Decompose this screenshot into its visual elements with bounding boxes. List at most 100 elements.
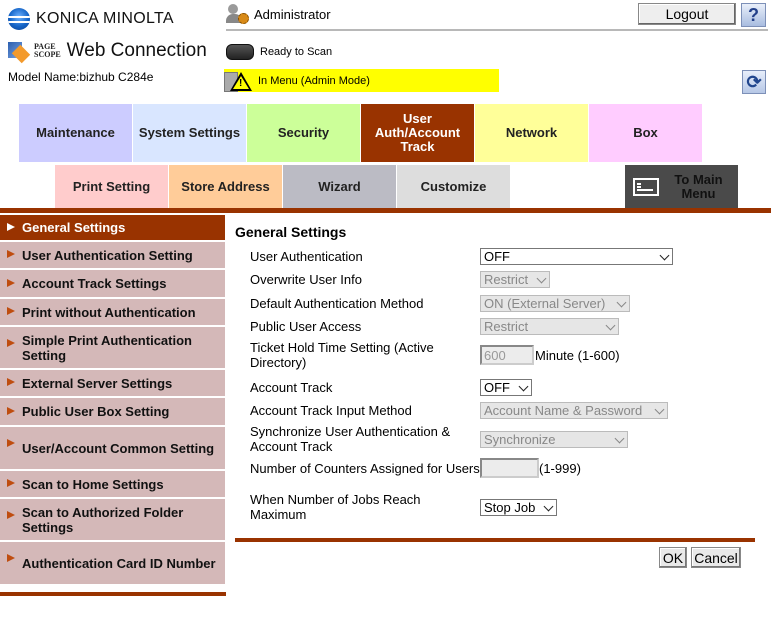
- sidebar-item-simple-print-authentication-setting[interactable]: Simple Print Authentication Setting: [0, 327, 225, 370]
- sidebar-item-account-track-settings[interactable]: Account Track Settings: [0, 270, 225, 299]
- account-track-select[interactable]: OFF: [480, 379, 532, 396]
- sidebar-item-general-settings[interactable]: General Settings: [0, 215, 225, 242]
- arrow-right-icon: [7, 479, 15, 487]
- chevron-down-icon: [614, 433, 625, 443]
- sidebar-item-user-account-common-setting[interactable]: User/Account Common Setting: [0, 427, 225, 471]
- field-label: User Authentication: [250, 249, 363, 264]
- select-value: OFF: [484, 380, 510, 395]
- public-user-access-select[interactable]: Restrict: [480, 318, 619, 335]
- scanner-icon: [226, 44, 254, 60]
- sidebar-item-label: User/Account Common Setting: [22, 440, 215, 456]
- cancel-button[interactable]: Cancel: [691, 547, 741, 568]
- field-label: Account Track: [250, 380, 333, 395]
- tab-system-settings[interactable]: System Settings: [133, 104, 246, 162]
- jobs-reach-maximum-select[interactable]: Stop Job: [480, 498, 557, 516]
- chevron-down-icon: [518, 381, 529, 392]
- chevron-down-icon: [659, 250, 670, 261]
- admin-mode-status: ! In Menu (Admin Mode): [224, 69, 499, 92]
- sidebar-item-scan-to-authorized-folder-settings[interactable]: Scan to Authorized Folder Settings: [0, 499, 225, 542]
- sidebar-item-external-server-settings[interactable]: External Server Settings: [0, 370, 225, 398]
- field-label: Synchronize User Authentication & Accoun…: [250, 424, 451, 454]
- arrow-right-icon: [7, 307, 15, 315]
- sidebar-item-label: Authentication Card ID Number: [22, 555, 216, 571]
- arrow-right-icon: [7, 339, 15, 347]
- refresh-icon[interactable]: ⟳: [742, 70, 766, 94]
- tab-customize[interactable]: Customize: [397, 165, 510, 208]
- product-title: Web Connection: [66, 40, 207, 61]
- tab-print-setting[interactable]: Print Setting: [55, 165, 168, 208]
- chevron-down-icon: [616, 297, 627, 308]
- synchronize-select[interactable]: Synchronize: [480, 430, 628, 448]
- field-label: When Number of Jobs Reach Maximum: [250, 492, 421, 522]
- field-number-of-counters: Number of Counters Assigned for Users (1…: [250, 458, 770, 478]
- sidebar-item-label: General Settings: [22, 220, 126, 235]
- select-value: Account Name & Password: [484, 403, 643, 418]
- sidebar-item-label: Print without Authentication: [22, 304, 196, 320]
- sidebar-item-label: External Server Settings: [22, 375, 173, 391]
- page-title: General Settings: [235, 224, 347, 240]
- chevron-down-icon: [654, 404, 665, 415]
- sidebar-item-scan-to-home-settings[interactable]: Scan to Home Settings: [0, 471, 225, 499]
- tab-user-auth-account-track[interactable]: User Auth/Account Track: [361, 104, 474, 162]
- arrow-right-icon: [7, 554, 15, 562]
- arrow-right-icon: [7, 250, 15, 258]
- sidebar-item-print-without-authentication[interactable]: Print without Authentication: [0, 299, 225, 327]
- account-track-input-method-select[interactable]: Account Name & Password: [480, 402, 668, 419]
- field-account-track-input-method: Account Track Input Method Account Name …: [250, 402, 770, 419]
- tab-wizard[interactable]: Wizard: [283, 165, 396, 208]
- arrow-right-icon: [7, 378, 15, 386]
- tab-maintenance[interactable]: Maintenance: [19, 104, 132, 162]
- tab-security[interactable]: Security: [247, 104, 360, 162]
- to-main-menu-button[interactable]: To Main Menu: [625, 165, 738, 208]
- pagescope-small-text: PAGE SCOPE: [34, 43, 61, 59]
- user-authentication-select[interactable]: OFF: [480, 248, 673, 265]
- sidebar-item-public-user-box-setting[interactable]: Public User Box Setting: [0, 398, 225, 427]
- sidebar-item-label: Scan to Home Settings: [22, 476, 164, 492]
- tab-network[interactable]: Network: [475, 104, 588, 162]
- select-value: OFF: [484, 249, 510, 264]
- default-authentication-method-select[interactable]: ON (External Server): [480, 295, 630, 312]
- number-of-counters-input[interactable]: [480, 458, 539, 478]
- pagescope-scope: SCOPE: [34, 50, 61, 59]
- field-ticket-hold-time: Ticket Hold Time Setting (Active Directo…: [250, 340, 770, 370]
- arrow-right-icon: [7, 222, 15, 231]
- sidebar: General Settings User Authentication Set…: [0, 215, 225, 586]
- help-icon[interactable]: ?: [741, 3, 766, 27]
- model-name: Model Name:bizhub C284e: [8, 70, 154, 84]
- select-value: Synchronize: [484, 431, 556, 447]
- ok-button[interactable]: OK: [659, 547, 687, 568]
- top-divider-bar: [0, 208, 771, 213]
- pagescope-logo: PAGE SCOPE Web Connection: [8, 40, 207, 64]
- select-value: ON (External Server): [484, 296, 606, 311]
- sidebar-bottom-bar: [0, 592, 226, 596]
- scan-status: Ready to Scan: [226, 44, 332, 60]
- overwrite-user-info-select[interactable]: Restrict: [480, 271, 550, 288]
- field-label: Overwrite User Info: [250, 272, 362, 287]
- arrow-right-icon: [7, 511, 15, 519]
- sidebar-item-label: Simple Print Authentication Setting: [22, 332, 192, 363]
- content-divider: [235, 538, 755, 542]
- arrow-right-icon: [7, 439, 15, 447]
- field-overwrite-user-info: Overwrite User Info Restrict: [250, 271, 770, 288]
- arrow-right-icon: [7, 406, 15, 415]
- logout-button[interactable]: Logout: [638, 3, 736, 25]
- sidebar-item-authentication-card-id-number[interactable]: Authentication Card ID Number: [0, 542, 225, 586]
- field-default-authentication-method: Default Authentication Method ON (Extern…: [250, 295, 770, 312]
- chevron-down-icon: [543, 501, 554, 511]
- ticket-hold-time-input[interactable]: [480, 345, 534, 365]
- chevron-down-icon: [536, 273, 547, 284]
- tab-box[interactable]: Box: [589, 104, 702, 162]
- field-jobs-reach-maximum: When Number of Jobs Reach Maximum Stop J…: [250, 492, 770, 522]
- field-label: Number of Counters Assigned for Users: [250, 460, 480, 476]
- field-label: Default Authentication Method: [250, 296, 424, 311]
- field-public-user-access: Public User Access Restrict: [250, 318, 770, 335]
- sidebar-item-user-authentication-setting[interactable]: User Authentication Setting: [0, 242, 225, 270]
- sidebar-item-label: Scan to Authorized Folder Settings: [22, 504, 184, 535]
- select-value: Restrict: [484, 272, 529, 287]
- ticket-hold-time-suffix: Minute (1-600): [535, 347, 620, 363]
- brand-name: KONICA MINOLTA: [36, 10, 174, 27]
- tab-store-address[interactable]: Store Address: [169, 165, 282, 208]
- admin-mode-text: In Menu (Admin Mode): [258, 74, 370, 87]
- arrow-right-icon: [7, 278, 15, 287]
- field-label: Public User Access: [250, 319, 362, 334]
